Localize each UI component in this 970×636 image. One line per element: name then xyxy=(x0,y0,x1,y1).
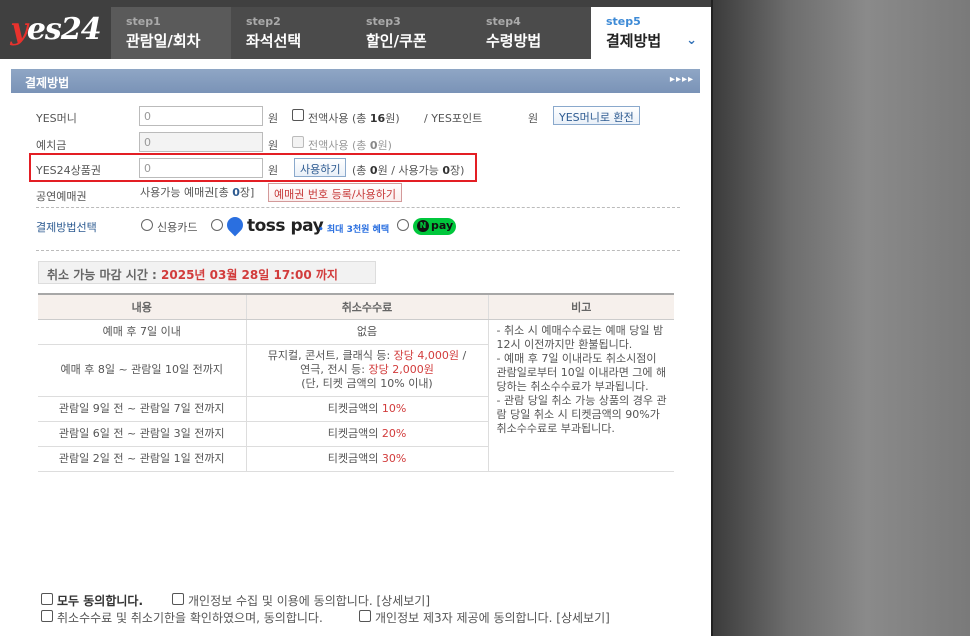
step-label: 좌석선택 xyxy=(246,32,302,50)
npay-icon: N xyxy=(417,220,429,232)
voucher-label: 공연예매권 xyxy=(36,190,87,203)
cancel-fee-table: 내용 취소수수료 비고 예매 후 7일 이내 없음 - 취소 시 예매수수료는 … xyxy=(38,293,674,472)
credit-card-label: 신용카드 xyxy=(157,221,198,234)
voucher-available: 사용가능 예매권[총 0장] xyxy=(140,186,255,199)
privacy-checkbox[interactable] xyxy=(172,593,184,605)
won-unit: 원 xyxy=(268,164,279,177)
step-number: step1 xyxy=(126,15,161,28)
agree-all-label: 모두 동의합니다. xyxy=(57,594,144,608)
privacy-label[interactable]: 개인정보 수집 및 이용에 동의합니다. [상세보기] xyxy=(188,592,430,609)
divider xyxy=(36,250,680,251)
npay-logo: Npay xyxy=(413,218,456,235)
toss-pay-logo: toss pay xyxy=(223,213,324,237)
step-header: yes24 step1 관람일/회차 step2 좌석선택 step3 할인/쿠… xyxy=(0,0,711,59)
toss-pay-radio[interactable] xyxy=(211,219,223,231)
deposit-use-all-checkbox[interactable] xyxy=(292,136,304,148)
points-unit: 원 xyxy=(528,112,539,125)
cancel-fee-agree-checkbox[interactable] xyxy=(41,610,53,622)
step-2-tab[interactable]: step2 좌석선택 xyxy=(231,7,351,59)
gift-card-input[interactable]: 0 xyxy=(139,158,263,178)
table-header: 내용 xyxy=(38,293,246,320)
booking-panel: yes24 step1 관람일/회차 step2 좌석선택 step3 할인/쿠… xyxy=(0,0,711,636)
yes-points-label: / YES포인트 xyxy=(424,112,483,125)
yes-money-input[interactable]: 0 xyxy=(139,106,263,126)
cancel-deadline: 취소 가능 마감 시간 : 2025년 03월 28일 17:00 까지 xyxy=(38,261,376,284)
gift-card-label: YES24상품권 xyxy=(36,164,102,177)
yes-money-use-all-checkbox[interactable] xyxy=(292,109,304,121)
yes-money-label: YES머니 xyxy=(36,112,77,125)
payment-method-label: 결제방법선택 xyxy=(36,221,97,234)
step-number: step2 xyxy=(246,15,281,28)
npay-radio[interactable] xyxy=(397,219,409,231)
arrows-icon: ▸▸▸▸ xyxy=(669,74,694,85)
chevron-down-icon[interactable]: ⌄ xyxy=(686,33,697,48)
section-title-bar: 결제방법 ▸▸▸▸ xyxy=(11,69,700,93)
step-3-tab[interactable]: step3 할인/쿠폰 xyxy=(351,7,471,59)
voucher-register-button[interactable]: 예매권 번호 등록/사용하기 xyxy=(268,183,403,202)
step-4-tab[interactable]: step4 수령방법 xyxy=(471,7,591,59)
table-row: 예매 후 7일 이내 없음 - 취소 시 예매수수료는 예매 당일 밤 12시 … xyxy=(38,319,674,472)
third-party-checkbox[interactable] xyxy=(359,610,371,622)
step-label: 관람일/회차 xyxy=(126,32,201,50)
yes24-logo: yes24 xyxy=(0,0,111,59)
table-header: 비고 xyxy=(487,293,674,320)
logo-text: es24 xyxy=(26,12,102,47)
step-number: step5 xyxy=(606,15,641,28)
credit-card-radio[interactable] xyxy=(141,219,153,231)
deposit-input[interactable]: 0 xyxy=(139,132,263,152)
step-number: step3 xyxy=(366,15,401,28)
yes-money-use-all-label: 전액사용 (총 16원) xyxy=(308,112,400,125)
gift-card-summary: (총 0원 / 사용가능 0장) xyxy=(352,164,465,177)
toss-icon xyxy=(223,213,247,237)
background-overlay xyxy=(711,0,970,636)
cancel-notes: - 취소 시 예매수수료는 예매 당일 밤 12시 이전까지만 환불됩니다. -… xyxy=(487,319,674,472)
third-party-label[interactable]: 개인정보 제3자 제공에 동의합니다. [상세보기] xyxy=(375,609,610,626)
step-1-tab[interactable]: step1 관람일/회차 xyxy=(111,7,231,59)
step-number: step4 xyxy=(486,15,521,28)
agree-all-checkbox[interactable] xyxy=(41,593,53,605)
step-label: 수령방법 xyxy=(486,32,542,50)
convert-yes-money-button[interactable]: YES머니로 환전 xyxy=(553,106,640,125)
deposit-use-all-label: 전액사용 (총 0원) xyxy=(308,139,392,152)
gift-card-use-button[interactable]: 사용하기 xyxy=(294,158,347,177)
won-unit: 원 xyxy=(268,139,279,152)
divider xyxy=(36,207,680,208)
toss-pay-benefit: • 최대 3천원 혜택 xyxy=(318,225,390,235)
won-unit: 원 xyxy=(268,112,279,125)
step-5-tab[interactable]: step5 결제방법 ⌄ xyxy=(591,7,711,59)
step-label: 할인/쿠폰 xyxy=(366,32,427,50)
section-title: 결제방법 xyxy=(25,76,70,90)
deposit-label: 예치금 xyxy=(36,139,67,152)
table-header: 취소수수료 xyxy=(245,293,488,320)
cancel-fee-agree-label: 취소수수료 및 취소기한을 확인하였으며, 동의합니다. xyxy=(57,611,323,625)
